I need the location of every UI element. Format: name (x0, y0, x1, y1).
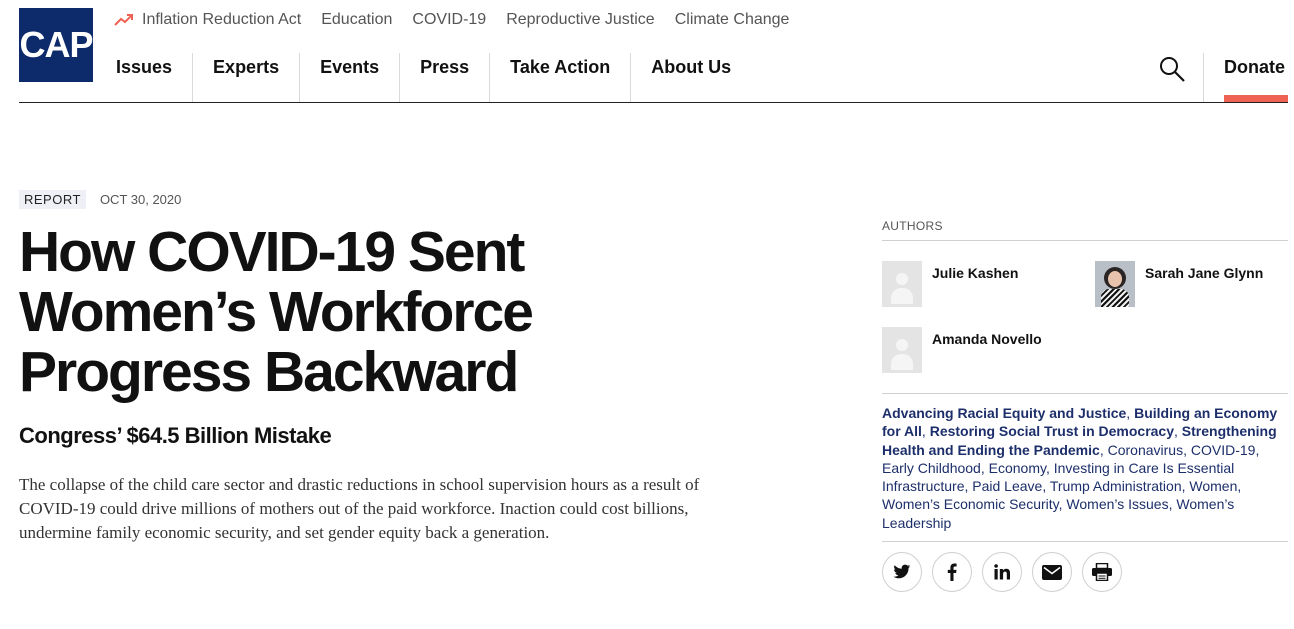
tag-link[interactable]: Advancing Racial Equity and Justice (882, 405, 1126, 421)
nav-item-take-action[interactable]: Take Action (490, 53, 632, 102)
tag-link[interactable]: Women’s Issues (1066, 496, 1168, 512)
sidebar-divider (882, 240, 1288, 241)
tag-link[interactable]: Coronavirus (1108, 442, 1183, 458)
tag-link[interactable]: Trump Administration (1050, 478, 1182, 494)
tag-link[interactable]: Women (1189, 478, 1237, 494)
topic-tags: Advancing Racial Equity and Justice, Bui… (882, 405, 1278, 531)
topic-links: Inflation Reduction Act Education COVID-… (114, 11, 789, 29)
authors-heading: AUTHORS (882, 219, 943, 233)
facebook-icon[interactable] (932, 552, 972, 592)
tag-link[interactable]: Economy (989, 460, 1046, 476)
placeholder-avatar-icon (882, 261, 922, 307)
author-name: Julie Kashen (932, 265, 1019, 281)
search-icon[interactable] (1158, 55, 1186, 83)
placeholder-avatar-icon (882, 327, 922, 373)
article-type-badge: REPORT (19, 190, 86, 209)
trending-up-icon (114, 13, 134, 27)
twitter-icon[interactable] (882, 552, 922, 592)
title-line: Women’s Workforce (19, 280, 534, 344)
title-line: Progress Backward (19, 340, 519, 404)
sidebar-divider (882, 541, 1288, 542)
tag-link[interactable]: Women’s Economic Security (882, 496, 1059, 512)
share-buttons (882, 552, 1122, 592)
author-julie-kashen[interactable]: Julie Kashen (882, 261, 1018, 307)
nav-item-about-us[interactable]: About Us (631, 53, 751, 102)
article-meta: REPORT OCT 30, 2020 (19, 190, 181, 209)
topic-link-inflation-reduction-act[interactable]: Inflation Reduction Act (114, 11, 301, 29)
nav-divider (1203, 53, 1204, 102)
topic-label: Inflation Reduction Act (142, 11, 302, 28)
donate-button[interactable]: Donate (1224, 57, 1285, 78)
tag-link[interactable]: Restoring Social Trust in Democracy (930, 423, 1174, 439)
tag-link[interactable]: COVID-19 (1191, 442, 1256, 458)
article-date: OCT 30, 2020 (99, 192, 182, 207)
donate-underline (1224, 95, 1288, 102)
linkedin-icon[interactable] (982, 552, 1022, 592)
author-name: Amanda Novello (932, 331, 1042, 347)
tag-link[interactable]: Early Childhood (882, 460, 981, 476)
tag-link[interactable]: Paid Leave (972, 478, 1042, 494)
email-icon[interactable] (1032, 552, 1072, 592)
main-nav: Issues Experts Events Press Take Action … (96, 53, 751, 102)
topic-link-reproductive-justice[interactable]: Reproductive Justice (506, 11, 655, 29)
nav-item-experts[interactable]: Experts (193, 53, 301, 102)
header-divider (19, 102, 1288, 103)
nav-item-press[interactable]: Press (400, 53, 491, 102)
author-name: Sarah Jane Glynn (1145, 265, 1264, 281)
page-title: How COVID-19 Sent Women’s Workforce Prog… (19, 222, 719, 402)
nav-item-events[interactable]: Events (300, 53, 401, 102)
title-line: How COVID-19 Sent (19, 220, 525, 284)
cap-logo[interactable]: CAP (19, 8, 94, 82)
sidebar-divider (882, 393, 1288, 394)
topic-link-education[interactable]: Education (321, 11, 392, 29)
author-photo (1095, 261, 1135, 307)
article-subtitle: Congress’ $64.5 Billion Mistake (19, 423, 332, 448)
article-summary: The collapse of the child care sector an… (19, 475, 700, 542)
author-sarah-jane-glynn[interactable]: Sarah Jane Glynn (1095, 261, 1263, 307)
nav-item-issues[interactable]: Issues (96, 53, 194, 102)
author-amanda-novello[interactable]: Amanda Novello (882, 327, 1042, 373)
topic-link-climate-change[interactable]: Climate Change (675, 11, 790, 29)
print-icon[interactable] (1082, 552, 1122, 592)
topic-link-covid-19[interactable]: COVID-19 (412, 11, 486, 29)
